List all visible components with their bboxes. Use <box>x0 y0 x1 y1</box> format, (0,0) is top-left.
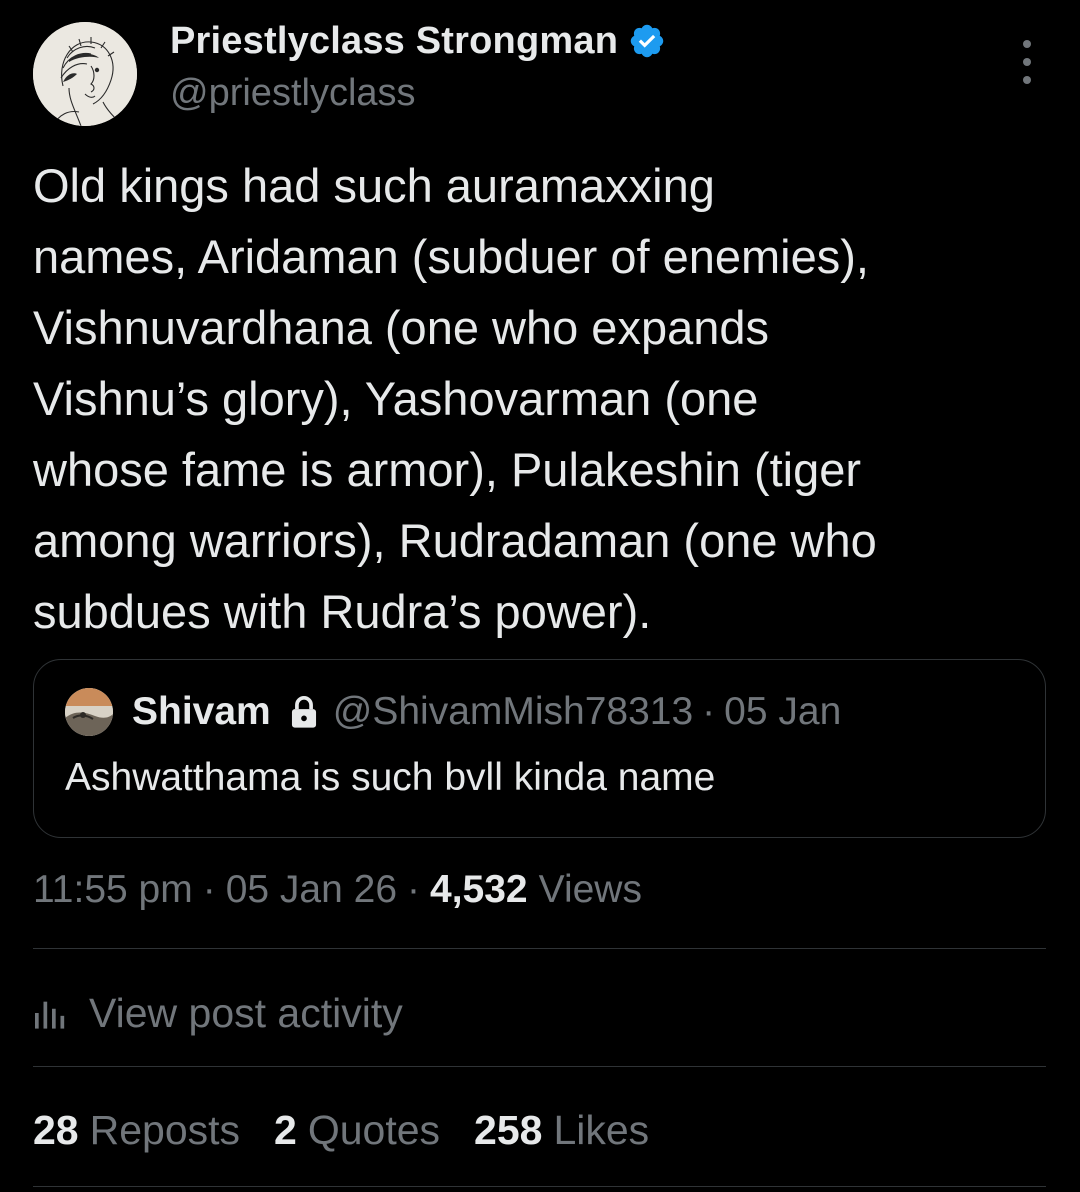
engagement-stats: 28 Reposts 2 Quotes 258 Likes <box>33 1100 683 1160</box>
likes-stat[interactable]: 258 Likes <box>474 1107 649 1154</box>
quotes-label: Quotes <box>307 1106 441 1153</box>
view-post-activity-label: View post activity <box>89 989 403 1036</box>
likes-label: Likes <box>553 1106 650 1153</box>
quoted-date: 05 Jan <box>724 690 842 733</box>
bar-chart-icon <box>35 1001 65 1029</box>
author-display-name[interactable]: Priestlyclass Strongman <box>170 20 618 63</box>
views-count: 4,532 <box>430 868 528 911</box>
quoted-post[interactable]: Shivam @ShivamMish78313 · 05 Jan Ashwatt… <box>33 659 1046 838</box>
quoted-display-name: Shivam <box>132 690 271 733</box>
author-name-row[interactable]: Priestlyclass Strongman <box>170 16 666 66</box>
quoted-separator: · <box>702 690 716 733</box>
quoted-text: Ashwatthama is such bvll kinda name <box>65 756 716 799</box>
divider <box>33 1186 1046 1187</box>
divider <box>33 1066 1046 1067</box>
quoted-handle: @ShivamMish78313 <box>332 690 694 733</box>
meta-separator: · <box>202 868 216 911</box>
post-date[interactable]: 05 Jan 26 <box>226 868 397 912</box>
reposts-count: 28 <box>33 1106 79 1153</box>
more-options-button[interactable] <box>1010 40 1044 84</box>
verified-badge-icon <box>630 24 664 58</box>
post-text: Old kings had such auramaxxing names, Ar… <box>33 159 877 638</box>
reposts-stat[interactable]: 28 Reposts <box>33 1107 240 1154</box>
likes-count: 258 <box>474 1106 543 1153</box>
quotes-count: 2 <box>274 1106 297 1153</box>
reposts-label: Reposts <box>89 1106 241 1153</box>
author-avatar[interactable] <box>33 22 137 126</box>
view-post-activity-button[interactable]: View post activity <box>33 985 403 1041</box>
post-meta: 11:55 pm · 05 Jan 26 · 4,532 Views <box>33 862 642 918</box>
quoted-author-avatar <box>65 688 113 736</box>
meta-separator: · <box>407 868 421 911</box>
more-vertical-icon <box>1023 40 1031 48</box>
author-handle[interactable]: @priestlyclass <box>170 72 416 115</box>
lock-icon <box>291 696 316 728</box>
divider <box>33 948 1046 949</box>
quoted-header: Shivam @ShivamMish78313 · 05 Jan <box>132 684 841 740</box>
views-label: Views <box>538 868 642 911</box>
quotes-stat[interactable]: 2 Quotes <box>274 1107 440 1154</box>
post-time[interactable]: 11:55 pm <box>33 868 193 912</box>
